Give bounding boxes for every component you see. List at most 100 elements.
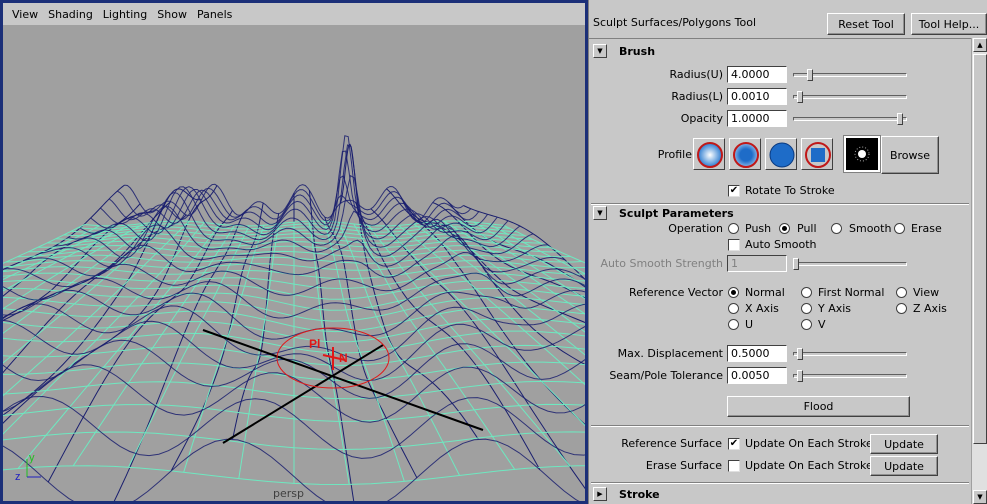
auto-smooth-strength-slider[interactable]: [793, 258, 907, 270]
tool-help-button[interactable]: Tool Help...: [911, 13, 987, 35]
camera-label: persp: [273, 487, 304, 500]
radius-l-field[interactable]: 0.0010: [727, 88, 787, 105]
radius-u-slider[interactable]: [793, 69, 907, 81]
seam-tolerance-slider[interactable]: [793, 370, 907, 382]
menu-view[interactable]: View: [7, 8, 43, 21]
ref-update-button[interactable]: Update: [870, 434, 938, 454]
svg-text:z: z: [15, 471, 21, 483]
radio-x-axis[interactable]: [728, 303, 739, 314]
erase-update-each-checkbox[interactable]: [728, 460, 740, 472]
radio-smooth-label: Smooth: [849, 222, 892, 235]
erase-update-each-label: Update On Each Stroke: [745, 459, 873, 472]
radius-u-label: Radius(U): [669, 68, 723, 81]
radio-first-normal-label: First Normal: [818, 286, 885, 299]
auto-smooth-strength-field[interactable]: 1: [727, 255, 787, 272]
radio-y-axis-label: Y Axis: [818, 302, 852, 315]
tool-settings-panel: Sculpt Surfaces/Polygons Tool Reset Tool…: [588, 0, 987, 504]
seam-tolerance-label: Seam/Pole Tolerance: [609, 369, 723, 382]
viewport-panel[interactable]: View Shading Lighting Show Panels Pl N y: [0, 0, 588, 504]
ref-update-each-label: Update On Each Stroke: [745, 437, 873, 450]
menu-show[interactable]: Show: [152, 8, 192, 21]
radio-pull[interactable]: [779, 223, 790, 234]
radio-pull-label: Pull: [797, 222, 817, 235]
radio-z-axis-label: Z Axis: [913, 302, 947, 315]
scroll-up-icon[interactable]: ▲: [973, 38, 987, 52]
wireframe-scene[interactable]: Pl N y z: [3, 25, 585, 501]
opacity-slider[interactable]: [793, 113, 907, 125]
auto-smooth-label: Auto Smooth: [745, 238, 817, 251]
viewport-canvas[interactable]: Pl N y z persp: [3, 25, 585, 501]
profile-soft-icon: [733, 142, 759, 168]
flood-button[interactable]: Flood: [727, 396, 910, 417]
erase-surface-label: Erase Surface: [645, 459, 722, 472]
radio-normal-label: Normal: [745, 286, 785, 299]
opacity-label: Opacity: [680, 112, 723, 125]
auto-smooth-strength-label: Auto Smooth Strength: [600, 257, 723, 270]
radio-y-axis[interactable]: [801, 303, 812, 314]
radio-view[interactable]: [896, 287, 907, 298]
max-displacement-label: Max. Displacement: [617, 347, 723, 360]
tool-title: Sculpt Surfaces/Polygons Tool: [593, 16, 757, 29]
seam-tolerance-field[interactable]: 0.0050: [727, 367, 787, 384]
brush-section-header[interactable]: ▼ Brush: [593, 43, 655, 59]
radius-l-slider[interactable]: [793, 91, 907, 103]
opacity-field[interactable]: 1.0000: [727, 110, 787, 127]
manip-label-n: N: [339, 351, 348, 365]
profile-soft-button[interactable]: [729, 138, 761, 170]
scroll-down-icon[interactable]: ▼: [973, 490, 987, 504]
menu-shading[interactable]: Shading: [43, 8, 98, 21]
settings-scroll-area[interactable]: ▼ Brush Radius(U) 4.0000 Radius(L) 0.001…: [589, 38, 971, 504]
rotate-to-stroke-label: Rotate To Stroke: [745, 184, 835, 197]
radio-smooth[interactable]: [831, 223, 842, 234]
viewport-menubar: View Shading Lighting Show Panels: [3, 3, 585, 25]
radio-erase-label: Erase: [911, 222, 942, 235]
radio-push-label: Push: [745, 222, 772, 235]
radius-l-label: Radius(L): [671, 90, 723, 103]
ref-update-each-checkbox[interactable]: ✔: [728, 438, 740, 450]
collapse-arrow-icon[interactable]: ▼: [593, 44, 607, 58]
radius-u-field[interactable]: 4.0000: [727, 66, 787, 83]
radio-push[interactable]: [728, 223, 739, 234]
sculpt-section-header[interactable]: ▼ Sculpt Parameters: [593, 205, 734, 221]
browse-button[interactable]: Browse: [881, 136, 939, 174]
profile-solid-icon: [769, 142, 795, 168]
radio-u-label: U: [745, 318, 754, 331]
brush-section-title: Brush: [619, 44, 656, 58]
expand-arrow-icon[interactable]: ▶: [593, 487, 607, 501]
sculpt-section-title: Sculpt Parameters: [619, 206, 734, 220]
collapse-arrow-icon[interactable]: ▼: [593, 206, 607, 220]
profile-square-button[interactable]: [801, 138, 833, 170]
scrollbar-thumb[interactable]: [973, 54, 987, 444]
reset-tool-button[interactable]: Reset Tool: [827, 13, 905, 35]
svg-text:y: y: [29, 452, 35, 464]
max-displacement-field[interactable]: 0.5000: [727, 345, 787, 362]
max-displacement-slider[interactable]: [793, 348, 907, 360]
profile-solid-button[interactable]: [765, 138, 797, 170]
radio-z-axis[interactable]: [896, 303, 907, 314]
radio-u[interactable]: [728, 319, 739, 330]
erase-update-button[interactable]: Update: [870, 456, 938, 476]
reference-vector-label: Reference Vector: [629, 286, 723, 299]
menu-panels[interactable]: Panels: [192, 8, 237, 21]
operation-label: Operation: [668, 222, 723, 235]
stroke-section-header[interactable]: ▶ Stroke: [593, 486, 660, 502]
reference-surface-label: Reference Surface: [621, 437, 722, 450]
radio-first-normal[interactable]: [801, 287, 812, 298]
profile-label: Profile: [657, 148, 692, 161]
profile-square-icon: [805, 142, 831, 168]
stroke-section-title: Stroke: [619, 487, 660, 501]
radio-erase[interactable]: [894, 223, 905, 234]
settings-scrollbar[interactable]: ▲ ▼: [971, 38, 987, 504]
stamp-preview-icon: [843, 135, 881, 173]
manip-label-pl: Pl: [309, 337, 320, 351]
profile-gaussian-button[interactable]: [693, 138, 725, 170]
radio-normal[interactable]: [728, 287, 739, 298]
radio-view-label: View: [913, 286, 940, 299]
menu-lighting[interactable]: Lighting: [98, 8, 152, 21]
profile-gaussian-icon: [697, 142, 723, 168]
radio-v-label: V: [818, 318, 826, 331]
rotate-to-stroke-checkbox[interactable]: ✔: [728, 185, 740, 197]
radio-x-axis-label: X Axis: [745, 302, 779, 315]
auto-smooth-checkbox[interactable]: [728, 239, 740, 251]
radio-v[interactable]: [801, 319, 812, 330]
